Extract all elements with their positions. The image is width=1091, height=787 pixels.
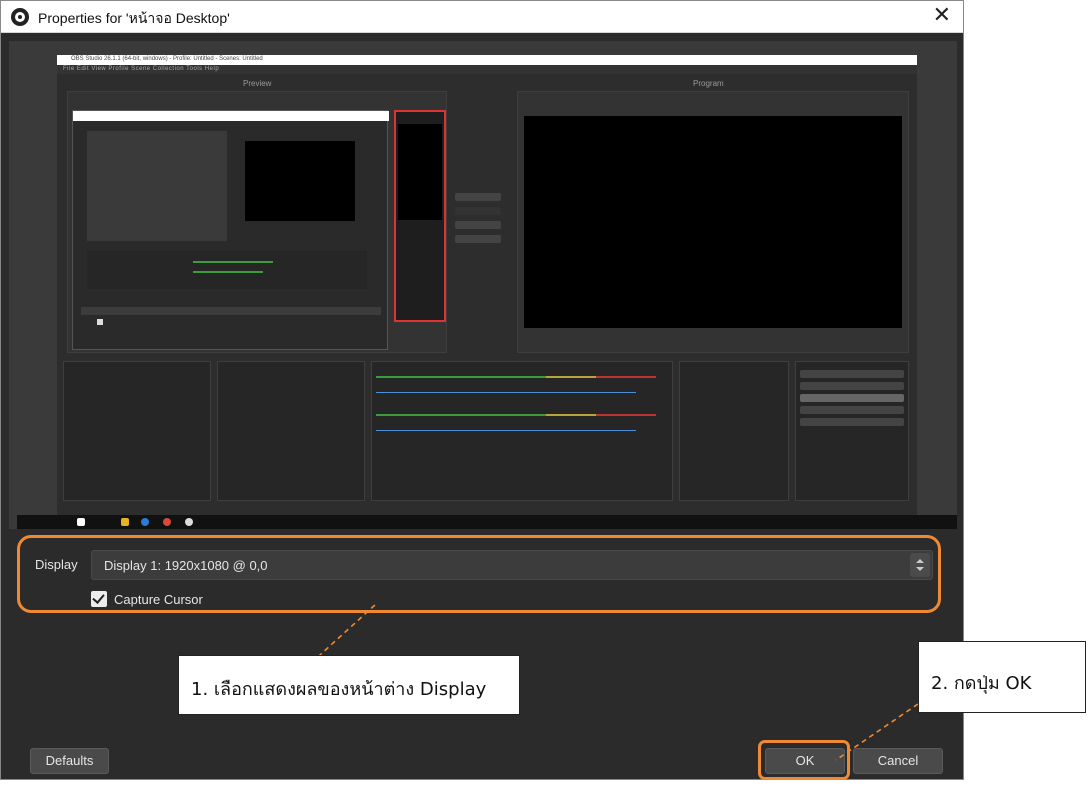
callout-2-text: 2. กดปุ่ม OK [931,673,1032,694]
callout-press-ok: 2. กดปุ่ม OK [918,641,1086,713]
callout-1-text: 1. เลือกแสดงผลของหน้าต่าง Display [191,679,487,700]
screenshot-stage: Properties for 'หน้าจอ Desktop' ✕ OBS St… [0,0,1091,787]
callout-select-display: 1. เลือกแสดงผลของหน้าต่าง Display [178,655,520,715]
leader-line-2 [835,703,919,761]
